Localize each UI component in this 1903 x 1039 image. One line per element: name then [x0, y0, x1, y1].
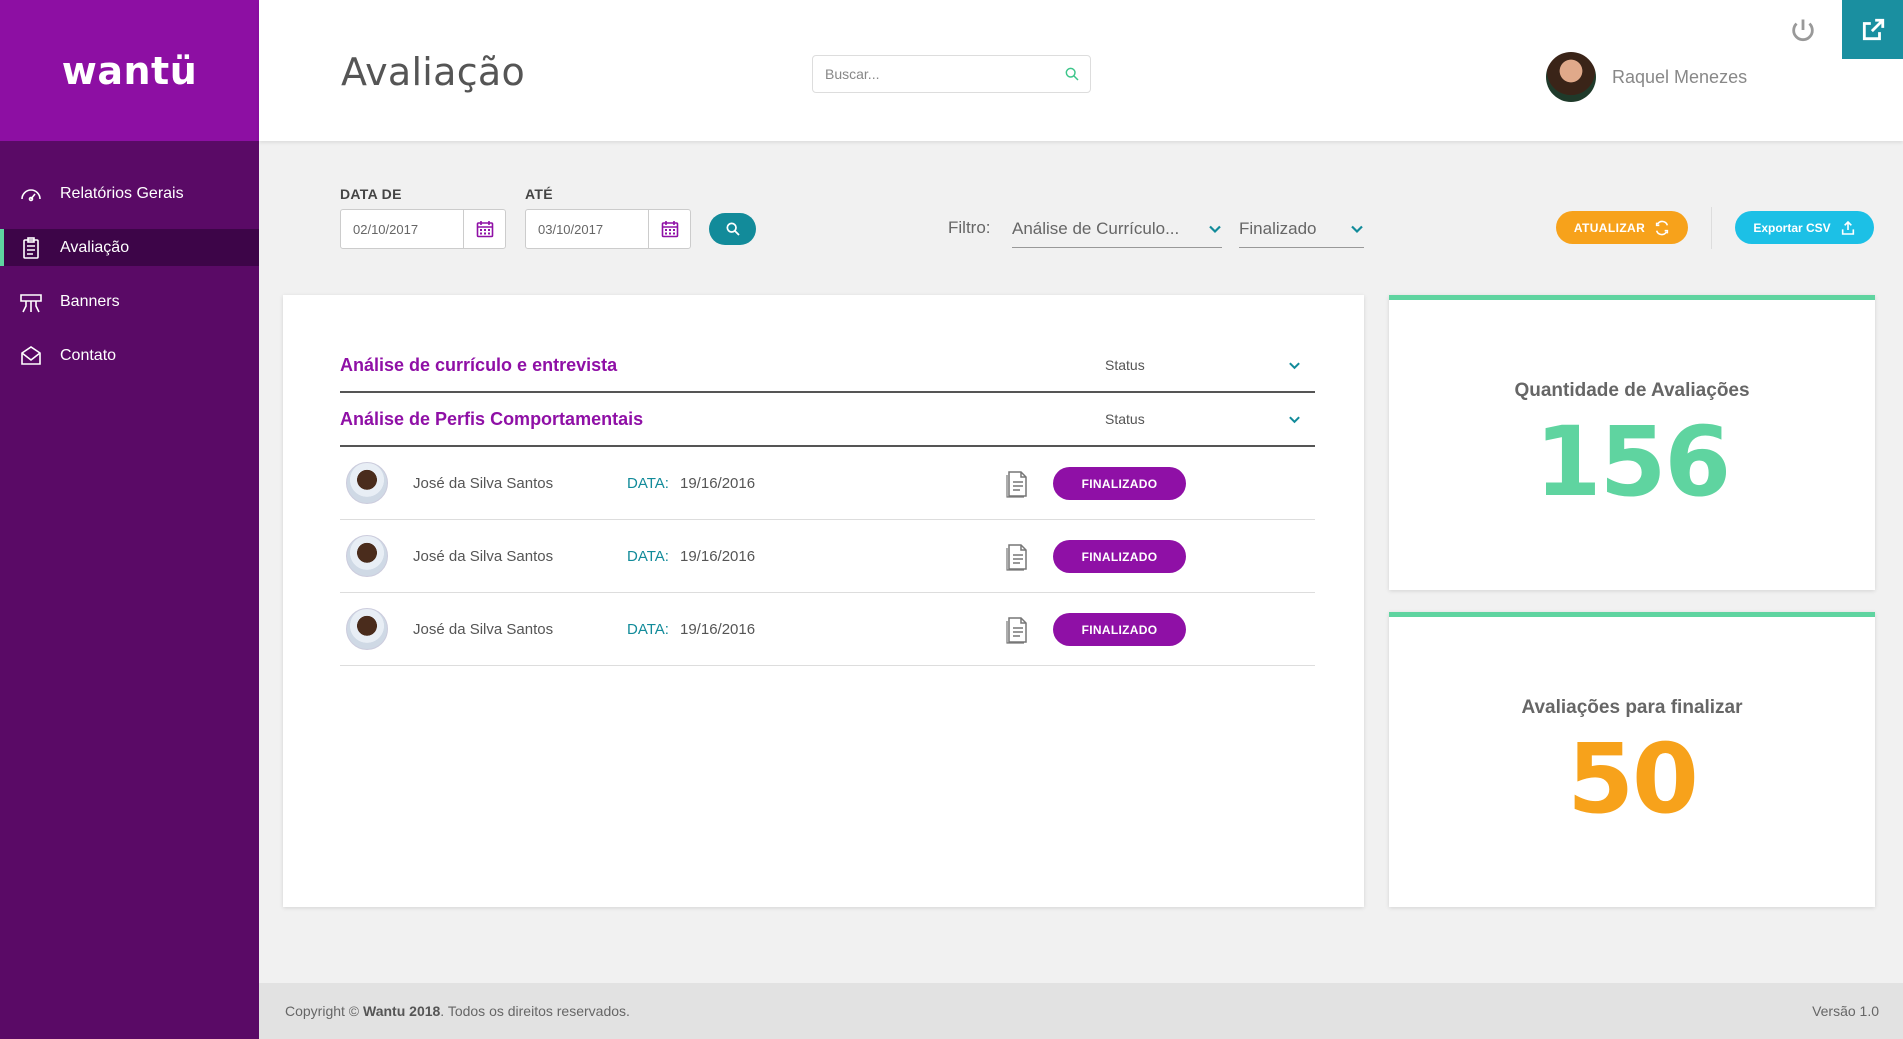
date-value: 19/16/2016: [680, 475, 756, 492]
filter-type-select[interactable]: Análise de Currículo...: [1012, 210, 1222, 248]
user-profile[interactable]: Raquel Menezes: [1546, 52, 1747, 102]
candidate-name: José da Silva Santos: [413, 548, 554, 565]
table-row[interactable]: José da Silva Santos DATA: 19/16/2016 FI…: [340, 447, 1315, 520]
status-select-label: Status: [1105, 357, 1145, 373]
logo-area: wantü: [0, 0, 259, 141]
stat-value: 50: [1567, 723, 1699, 835]
filter-label: Filtro:: [948, 218, 991, 237]
sidebar-item-banners[interactable]: Banners: [0, 283, 259, 320]
chevron-down-icon: [1209, 225, 1221, 233]
export-button-label: Exportar CSV: [1753, 220, 1831, 235]
table-row[interactable]: José da Silva Santos DATA: 19/16/2016 FI…: [340, 593, 1315, 666]
stat-value: 156: [1534, 406, 1731, 518]
sidebar-item-contato[interactable]: Contato: [0, 337, 259, 374]
date-from-label: DATA DE: [340, 186, 402, 202]
sidebar: wantü Relatórios Gerais Avaliação Banner…: [0, 0, 259, 1039]
date-from-field[interactable]: 02/10/2017: [340, 209, 506, 249]
date-to-group: ATÉ 03/10/2017: [525, 186, 691, 249]
group-header-curriculo[interactable]: Análise de currículo e entrevista Status: [340, 339, 1315, 393]
date-to-value[interactable]: 03/10/2017: [526, 210, 648, 248]
date-from-value[interactable]: 02/10/2017: [341, 210, 463, 248]
evaluations-card: Análise de currículo e entrevista Status…: [283, 295, 1364, 907]
search-icon[interactable]: [1054, 66, 1090, 82]
upload-icon: [1841, 220, 1854, 235]
filter-status-select[interactable]: Finalizado: [1239, 210, 1364, 248]
avatar: [346, 535, 388, 577]
sidebar-item-label: Avaliação: [60, 238, 130, 256]
copyright-brand: Wantu 2018: [363, 1003, 441, 1019]
status-select[interactable]: Status: [1091, 357, 1315, 373]
copyright: Copyright © Wantu 2018. Todos os direito…: [285, 1003, 630, 1019]
update-button-label: ATUALIZAR: [1573, 220, 1646, 235]
filter-status-value: Finalizado: [1239, 218, 1317, 238]
candidate-name: José da Silva Santos: [413, 475, 554, 492]
date-search-button[interactable]: [709, 213, 756, 245]
chevron-down-icon: [1289, 415, 1300, 423]
filter-type-value: Análise de Currículo...: [1012, 218, 1180, 238]
gauge-icon: [18, 182, 44, 206]
date-value: 19/16/2016: [680, 548, 756, 565]
footer: Copyright © Wantu 2018. Todos os direito…: [259, 983, 1903, 1039]
external-link-button[interactable]: [1842, 0, 1903, 59]
power-icon[interactable]: [1789, 16, 1817, 44]
date-to-label: ATÉ: [525, 186, 553, 202]
sidebar-item-label: Relatórios Gerais: [60, 184, 184, 202]
group-title[interactable]: Análise de Perfis Comportamentais: [340, 409, 643, 430]
table-row[interactable]: José da Silva Santos DATA: 19/16/2016 FI…: [340, 520, 1315, 593]
avatar[interactable]: [1546, 52, 1596, 102]
sidebar-item-relatorios[interactable]: Relatórios Gerais: [0, 175, 259, 212]
date-from-group: DATA DE 02/10/2017: [340, 186, 506, 249]
stat-label: Avaliações para finalizar: [1521, 697, 1743, 718]
date-label: DATA:: [627, 548, 669, 565]
document-icon[interactable]: [1005, 543, 1029, 571]
status-badge[interactable]: FINALIZADO: [1053, 613, 1186, 646]
avatar: [346, 462, 388, 504]
divider: [1711, 207, 1712, 249]
update-button[interactable]: ATUALIZAR: [1556, 211, 1688, 244]
search-box: [812, 55, 1091, 93]
status-badge[interactable]: FINALIZADO: [1053, 540, 1186, 573]
candidate-name: José da Silva Santos: [413, 621, 554, 638]
calendar-icon[interactable]: [463, 210, 505, 248]
date-label: DATA:: [627, 621, 669, 638]
group-header-perfis[interactable]: Análise de Perfis Comportamentais Status: [340, 393, 1315, 447]
stat-card-total: Quantidade de Avaliações 156: [1389, 295, 1875, 590]
refresh-icon: [1656, 220, 1669, 235]
sidebar-item-label: Contato: [60, 346, 117, 364]
export-csv-button[interactable]: Exportar CSV: [1735, 211, 1874, 244]
copyright-suffix: . Todos os direitos reservados.: [440, 1003, 630, 1019]
sidebar-item-avaliacao[interactable]: Avaliação: [0, 229, 259, 266]
calendar-icon[interactable]: [648, 210, 690, 248]
status-select[interactable]: Status: [1091, 411, 1315, 427]
logo[interactable]: wantü: [62, 49, 198, 93]
chevron-down-icon: [1289, 361, 1300, 369]
date-label: DATA:: [627, 475, 669, 492]
sidebar-item-label: Banners: [60, 292, 120, 310]
stat-card-pending: Avaliações para finalizar 50: [1389, 612, 1875, 907]
banner-icon: [18, 290, 44, 314]
external-link-icon: [1862, 18, 1884, 40]
search-icon: [725, 222, 740, 236]
date-value: 19/16/2016: [680, 621, 756, 638]
version: Versão 1.0: [1812, 1003, 1879, 1019]
envelope-icon: [18, 344, 44, 368]
stat-label: Quantidade de Avaliações: [1514, 380, 1750, 401]
chevron-down-icon: [1351, 225, 1363, 233]
document-icon[interactable]: [1005, 470, 1029, 498]
clipboard-icon: [18, 236, 44, 260]
group-title[interactable]: Análise de currículo e entrevista: [340, 355, 617, 376]
user-name: Raquel Menezes: [1612, 66, 1748, 87]
status-select-label: Status: [1105, 411, 1145, 427]
avatar: [346, 608, 388, 650]
copyright-prefix: Copyright ©: [285, 1003, 360, 1019]
status-badge[interactable]: FINALIZADO: [1053, 467, 1186, 500]
search-input[interactable]: [813, 66, 1054, 82]
date-to-field[interactable]: 03/10/2017: [525, 209, 691, 249]
sidebar-nav: Relatórios Gerais Avaliação Banners Cont…: [0, 175, 259, 374]
document-icon[interactable]: [1005, 616, 1029, 644]
page-title: Avaliação: [341, 50, 526, 94]
top-header: Avaliação Raquel Menezes: [259, 0, 1903, 141]
